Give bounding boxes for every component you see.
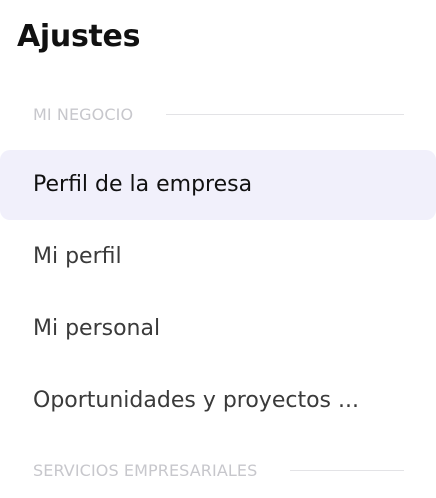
section-header-servicios-empresariales: SERVICIOS EMPRESARIALES bbox=[33, 458, 404, 482]
nav-item-mi-perfil[interactable]: Mi perfil bbox=[0, 222, 436, 292]
section-header-mi-negocio: MI NEGOCIO bbox=[33, 102, 404, 126]
nav-item-label: Mi perfil bbox=[33, 244, 122, 269]
nav-item-label: Perfil de la empresa bbox=[33, 172, 253, 197]
nav-item-label: Mi personal bbox=[33, 316, 161, 341]
nav-item-oportunidades-proyectos[interactable]: Oportunidades y proyectos ... bbox=[0, 366, 436, 436]
section-label: MI NEGOCIO bbox=[33, 104, 134, 124]
nav-item-mi-personal[interactable]: Mi personal bbox=[0, 294, 436, 364]
section-label: SERVICIOS EMPRESARIALES bbox=[33, 460, 258, 480]
section-divider bbox=[290, 469, 404, 471]
page-title: Ajustes bbox=[17, 19, 141, 54]
nav-item-label: Oportunidades y proyectos ... bbox=[33, 388, 359, 413]
settings-panel: Ajustes MI NEGOCIO Perfil de la empresa … bbox=[0, 0, 436, 498]
section-divider bbox=[166, 113, 404, 115]
nav-item-perfil-empresa[interactable]: Perfil de la empresa bbox=[0, 150, 436, 220]
